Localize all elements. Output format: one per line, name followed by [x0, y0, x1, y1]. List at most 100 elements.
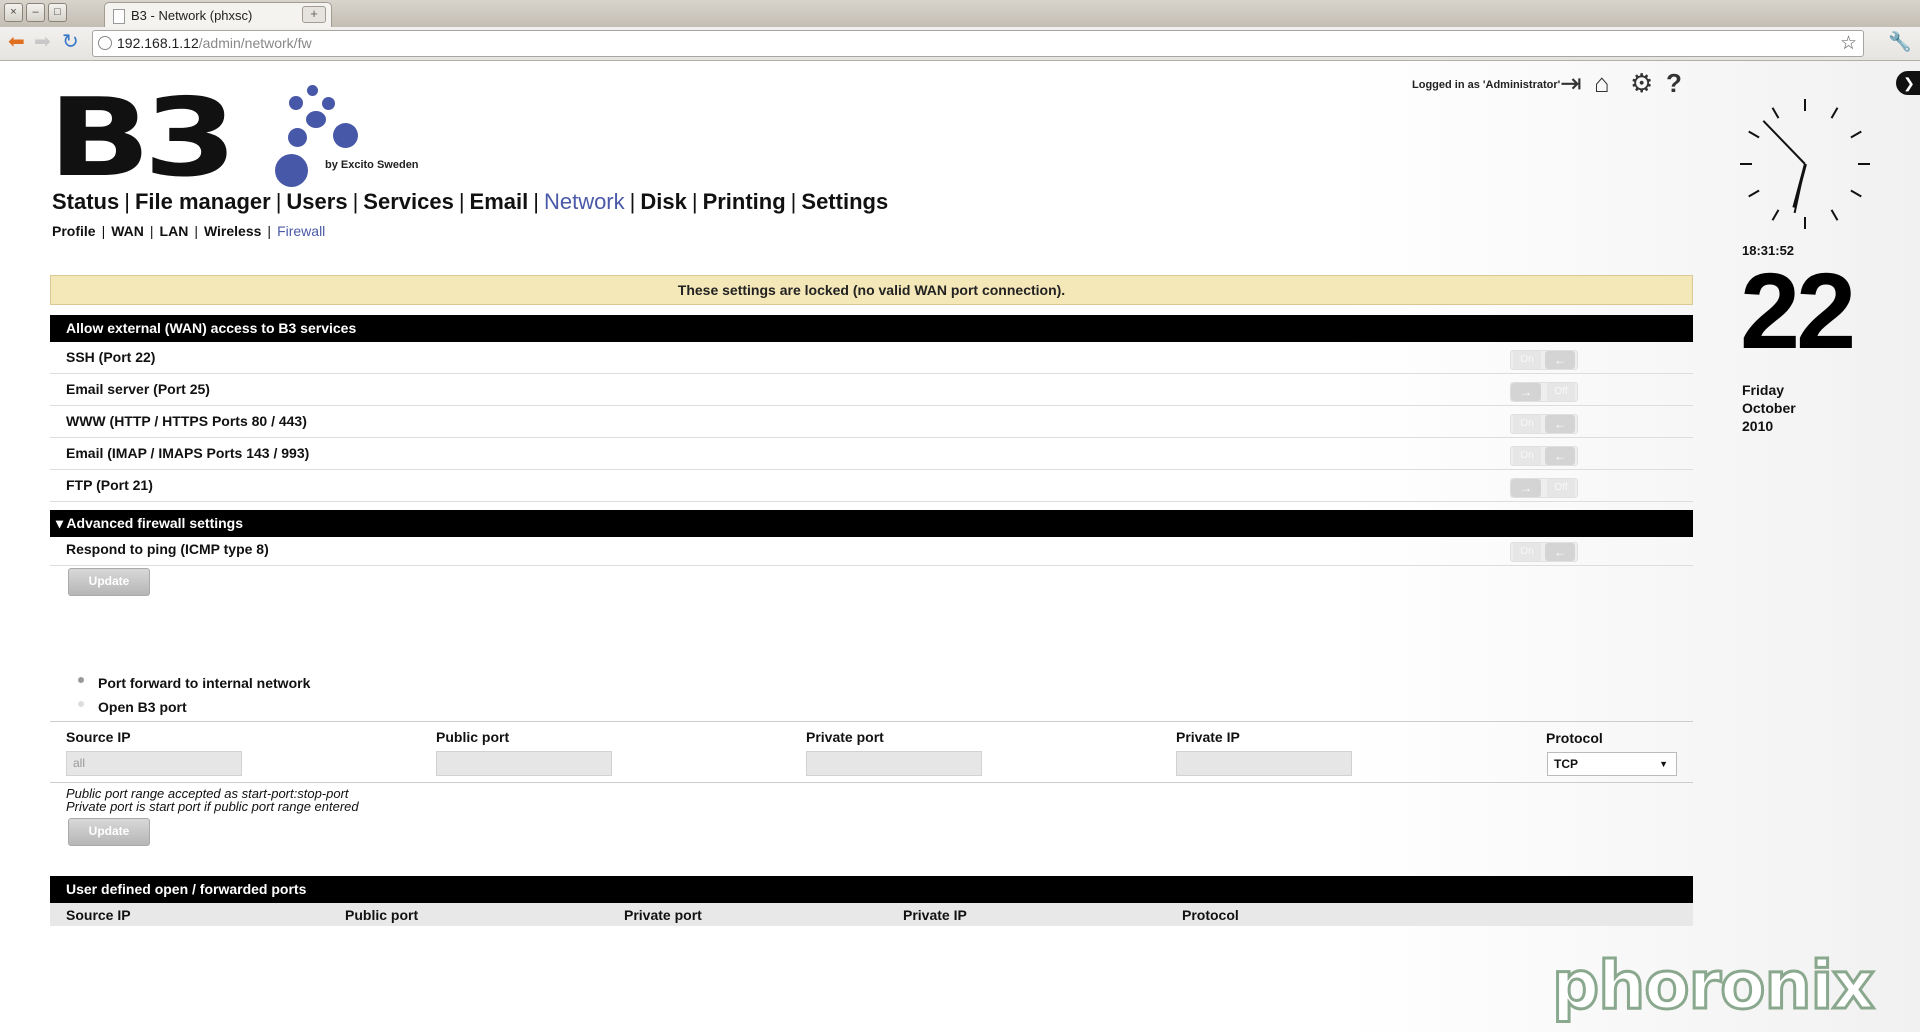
divider: [50, 782, 1693, 783]
service-toggle[interactable]: Off →: [1510, 478, 1578, 498]
subnav-lan[interactable]: LAN: [160, 223, 189, 239]
private-port-note: Private port is start port if public por…: [66, 799, 359, 814]
browser-titlebar: × – □ B3 - Network (phxsc) × +: [0, 0, 1920, 28]
protocol-select[interactable]: TCP ▼: [1547, 752, 1677, 776]
logo-byline: by Excito Sweden: [325, 159, 419, 171]
service-toggle[interactable]: On ←: [1510, 542, 1578, 562]
toggle-state-label: Off: [1547, 479, 1575, 497]
service-row: SSH (Port 22) On ←: [50, 342, 1693, 374]
col-public-port: Public port: [345, 907, 419, 923]
page-content: B3 by Excito Sweden Logged in as 'Admini…: [0, 61, 1920, 1032]
service-toggle[interactable]: On ←: [1510, 414, 1578, 434]
analog-clock: [1740, 99, 1870, 229]
private-ip-input[interactable]: [1176, 751, 1352, 776]
window-maximize-button[interactable]: □: [48, 3, 67, 22]
toggle-state-label: Off: [1547, 383, 1575, 401]
service-toggle[interactable]: On ←: [1510, 446, 1578, 466]
subnav-wireless[interactable]: Wireless: [204, 223, 261, 239]
service-label: Respond to ping (ICMP type 8): [66, 541, 269, 557]
sub-nav: Profile | WAN | LAN | Wireless | Firewall: [52, 223, 326, 239]
logout-icon[interactable]: ⇥: [1560, 70, 1582, 96]
public-port-label: Public port: [436, 729, 510, 745]
window-minimize-button[interactable]: –: [26, 3, 45, 22]
private-port-label: Private port: [806, 729, 884, 745]
forward-arrow-icon[interactable]: ➡: [34, 31, 51, 53]
source-ip-input[interactable]: all: [66, 751, 242, 776]
subnav-wan[interactable]: WAN: [111, 223, 144, 239]
service-label: SSH (Port 22): [66, 349, 156, 365]
phoronix-watermark: phoronix: [1551, 947, 1877, 1024]
back-arrow-icon[interactable]: ⬅: [8, 31, 25, 53]
nav-settings[interactable]: Settings: [801, 189, 888, 214]
clock-date: Friday October 2010: [1742, 381, 1796, 435]
divider: [50, 721, 1693, 722]
logo-dot: [307, 85, 318, 96]
main-nav: Status | File manager | Users | Services | Email…: [52, 189, 889, 214]
user-defined-section-header: User defined open / forwarded ports: [50, 876, 1693, 903]
radio-open-port[interactable]: Open B3 port: [78, 699, 187, 715]
bookmark-star-icon[interactable]: ☆: [1840, 32, 1857, 55]
browser-tab[interactable]: B3 - Network (phxsc) ×: [104, 2, 332, 28]
toggle-state-label: On: [1513, 543, 1541, 561]
arrow-left-icon: ←: [1545, 415, 1575, 433]
radio-port-forward[interactable]: Port forward to internal network: [78, 675, 310, 691]
service-label: Email server (Port 25): [66, 381, 210, 397]
nav-status[interactable]: Status: [52, 189, 119, 214]
chevron-down-icon: ▼: [1659, 759, 1668, 769]
logo-dot: [322, 97, 335, 110]
service-label: Email (IMAP / IMAPS Ports 143 / 993): [66, 445, 310, 461]
radio-button[interactable]: [78, 701, 84, 708]
subnav-profile[interactable]: Profile: [52, 223, 96, 239]
nav-email[interactable]: Email: [470, 189, 529, 214]
clock-month: October: [1742, 400, 1796, 416]
address-bar[interactable]: 192.168.1.12/admin/network/fw ☆: [92, 30, 1864, 57]
home-icon[interactable]: ⌂: [1594, 70, 1610, 96]
url-text[interactable]: 192.168.1.12/admin/network/fw: [117, 35, 312, 51]
service-toggle[interactable]: On ←: [1510, 350, 1578, 370]
public-port-input[interactable]: [436, 751, 612, 776]
logo-dot: [288, 128, 307, 147]
nav-users[interactable]: Users: [286, 189, 347, 214]
page-info-icon[interactable]: [98, 36, 112, 50]
private-port-input[interactable]: [806, 751, 982, 776]
advanced-update-button[interactable]: Update: [68, 818, 150, 846]
subnav-firewall[interactable]: Firewall: [277, 223, 325, 239]
window-controls: × – □: [4, 3, 67, 22]
nav-file-manager[interactable]: File manager: [135, 189, 271, 214]
service-row: WWW (HTTP / HTTPS Ports 80 / 443) On ←: [50, 406, 1693, 438]
settings-icon[interactable]: ⚙: [1630, 70, 1653, 96]
wrench-icon[interactable]: 🔧: [1888, 30, 1912, 54]
tab-title: B3 - Network (phxsc): [131, 8, 253, 23]
service-label: WWW (HTTP / HTTPS Ports 80 / 443): [66, 413, 307, 429]
service-toggle[interactable]: Off →: [1510, 382, 1578, 402]
arrow-right-icon: →: [1511, 479, 1541, 497]
advanced-section-header[interactable]: ▾ Advanced firewall settings: [50, 510, 1693, 537]
arrow-left-icon: ←: [1545, 447, 1575, 465]
clock-day: 22: [1740, 250, 1856, 371]
page-icon: [113, 9, 125, 24]
new-tab-button[interactable]: +: [302, 6, 326, 23]
advanced-section-title: Advanced firewall settings: [66, 515, 244, 531]
services-update-button[interactable]: Update: [68, 568, 150, 596]
nav-disk[interactable]: Disk: [640, 189, 686, 214]
nav-network[interactable]: Network: [544, 189, 625, 214]
nav-services[interactable]: Services: [363, 189, 454, 214]
help-icon[interactable]: ?: [1666, 70, 1682, 96]
collapse-icon[interactable]: ▾: [56, 515, 63, 531]
arrow-right-icon: →: [1511, 383, 1541, 401]
reload-icon[interactable]: ↻: [62, 31, 79, 53]
toggle-state-label: On: [1513, 351, 1541, 369]
col-private-port: Private port: [624, 907, 702, 923]
service-row: Email server (Port 25) Off →: [50, 374, 1693, 406]
radio-open-port-label: Open B3 port: [98, 699, 187, 715]
radio-button-selected[interactable]: [78, 677, 84, 684]
nav-printing[interactable]: Printing: [703, 189, 786, 214]
service-label: FTP (Port 21): [66, 477, 153, 493]
toggle-state-label: On: [1513, 415, 1541, 433]
arrow-left-icon: ←: [1545, 543, 1575, 561]
logo-dot: [275, 154, 308, 187]
locked-notice: These settings are locked (no valid WAN …: [50, 275, 1693, 305]
sidebar-toggle-icon[interactable]: ❯: [1896, 71, 1920, 95]
window-close-button[interactable]: ×: [4, 3, 23, 22]
services-section-header: Allow external (WAN) access to B3 servic…: [50, 315, 1693, 342]
